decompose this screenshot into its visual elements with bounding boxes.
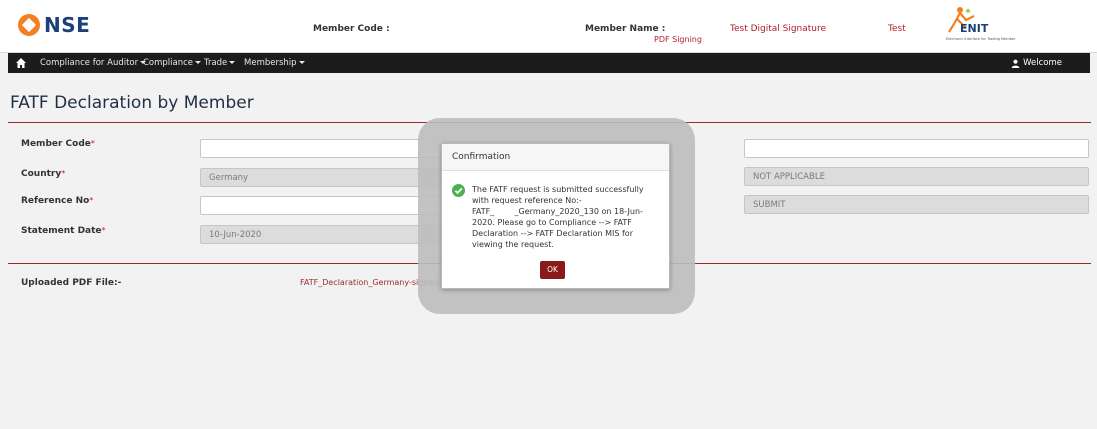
success-check-icon <box>452 184 465 197</box>
enit-tagline: Electronic Interface for Trading Member <box>946 37 1016 41</box>
confirmation-dialog: Confirmation The FATF request is submitt… <box>441 143 670 289</box>
nse-logo-text: NSE <box>44 13 91 37</box>
statement-date-field: 10-Jun-2020 <box>200 225 445 244</box>
welcome-user-menu[interactable]: Welcome <box>1011 58 1062 68</box>
dialog-message: The FATF request is submitted successful… <box>472 184 662 250</box>
reference-no-label: Reference No* <box>21 196 93 206</box>
dialog-title: Confirmation <box>442 144 669 171</box>
test-digital-signature-text: Test Digital Signature <box>730 24 827 34</box>
nav-compliance-for-auditor-label: Compliance for Auditor <box>40 58 139 68</box>
chevron-down-icon <box>298 61 305 64</box>
submit-field[interactable]: SUBMIT <box>744 195 1089 214</box>
pdf-signing-text: PDF Signing <box>654 35 702 44</box>
nse-logo-mark <box>18 14 40 36</box>
country-label: Country* <box>21 169 65 179</box>
required-mark: * <box>61 169 66 178</box>
required-mark: * <box>101 226 106 235</box>
member-code-label-text: Member Code <box>21 139 91 149</box>
nav-trade[interactable]: Trade <box>204 58 236 68</box>
chevron-down-icon <box>229 61 236 64</box>
reference-no-input[interactable] <box>200 196 445 215</box>
message-line: Declaration --> FATF Declaration MIS for <box>472 229 633 238</box>
country-label-text: Country <box>21 169 62 179</box>
message-line: with request reference No:- <box>472 196 582 205</box>
nav-compliance-label: Compliance <box>143 58 194 68</box>
welcome-label: Welcome <box>1023 58 1062 68</box>
chevron-down-icon <box>195 61 202 64</box>
nav-trade-label: Trade <box>204 58 228 68</box>
member-code-label: Member Code* <box>21 139 95 149</box>
member-code-header-label: Member Code : <box>313 24 390 34</box>
member-name-header-label: Member Name : <box>585 24 666 34</box>
uploaded-pdf-label: Uploaded PDF File:- <box>21 278 122 288</box>
not-applicable-field: NOT APPLICABLE <box>744 167 1089 186</box>
enit-logo-text: ENIT <box>960 22 989 35</box>
message-line: viewing the request. <box>472 240 554 249</box>
enit-logo: ENIT Electronic Interface for Trading Me… <box>944 6 1016 44</box>
home-icon[interactable] <box>15 57 27 69</box>
user-icon <box>1011 59 1020 68</box>
ok-button[interactable]: OK <box>540 261 565 279</box>
nav-compliance-for-auditor[interactable]: Compliance for Auditor <box>40 58 147 68</box>
message-line: 2020. Please go to Compliance --> FATF <box>472 218 632 227</box>
member-code-input[interactable] <box>200 139 445 158</box>
message-line: The FATF request is submitted successful… <box>472 185 644 194</box>
country-field: Germany <box>200 168 445 187</box>
required-mark: * <box>90 139 95 148</box>
reference-no-label-text: Reference No <box>21 196 90 206</box>
statement-date-label-text: Statement Date <box>21 226 102 236</box>
message-line: FATF_ _Germany_2020_130 on 18-Jun- <box>472 207 643 216</box>
nse-logo[interactable]: NSE <box>18 13 90 37</box>
statement-date-label: Statement Date* <box>21 226 106 236</box>
main-nav: Compliance for Auditor Compliance Trade … <box>8 53 1090 73</box>
nav-membership[interactable]: Membership <box>244 58 305 68</box>
page-title: FATF Declaration by Member <box>10 93 254 113</box>
nav-membership-label: Membership <box>244 58 297 68</box>
test-text: Test <box>888 24 906 34</box>
top-header: NSE Member Code : Member Name : PDF Sign… <box>0 0 1097 53</box>
nav-compliance[interactable]: Compliance <box>143 58 202 68</box>
right-input-1[interactable] <box>744 139 1089 158</box>
required-mark: * <box>89 196 94 205</box>
